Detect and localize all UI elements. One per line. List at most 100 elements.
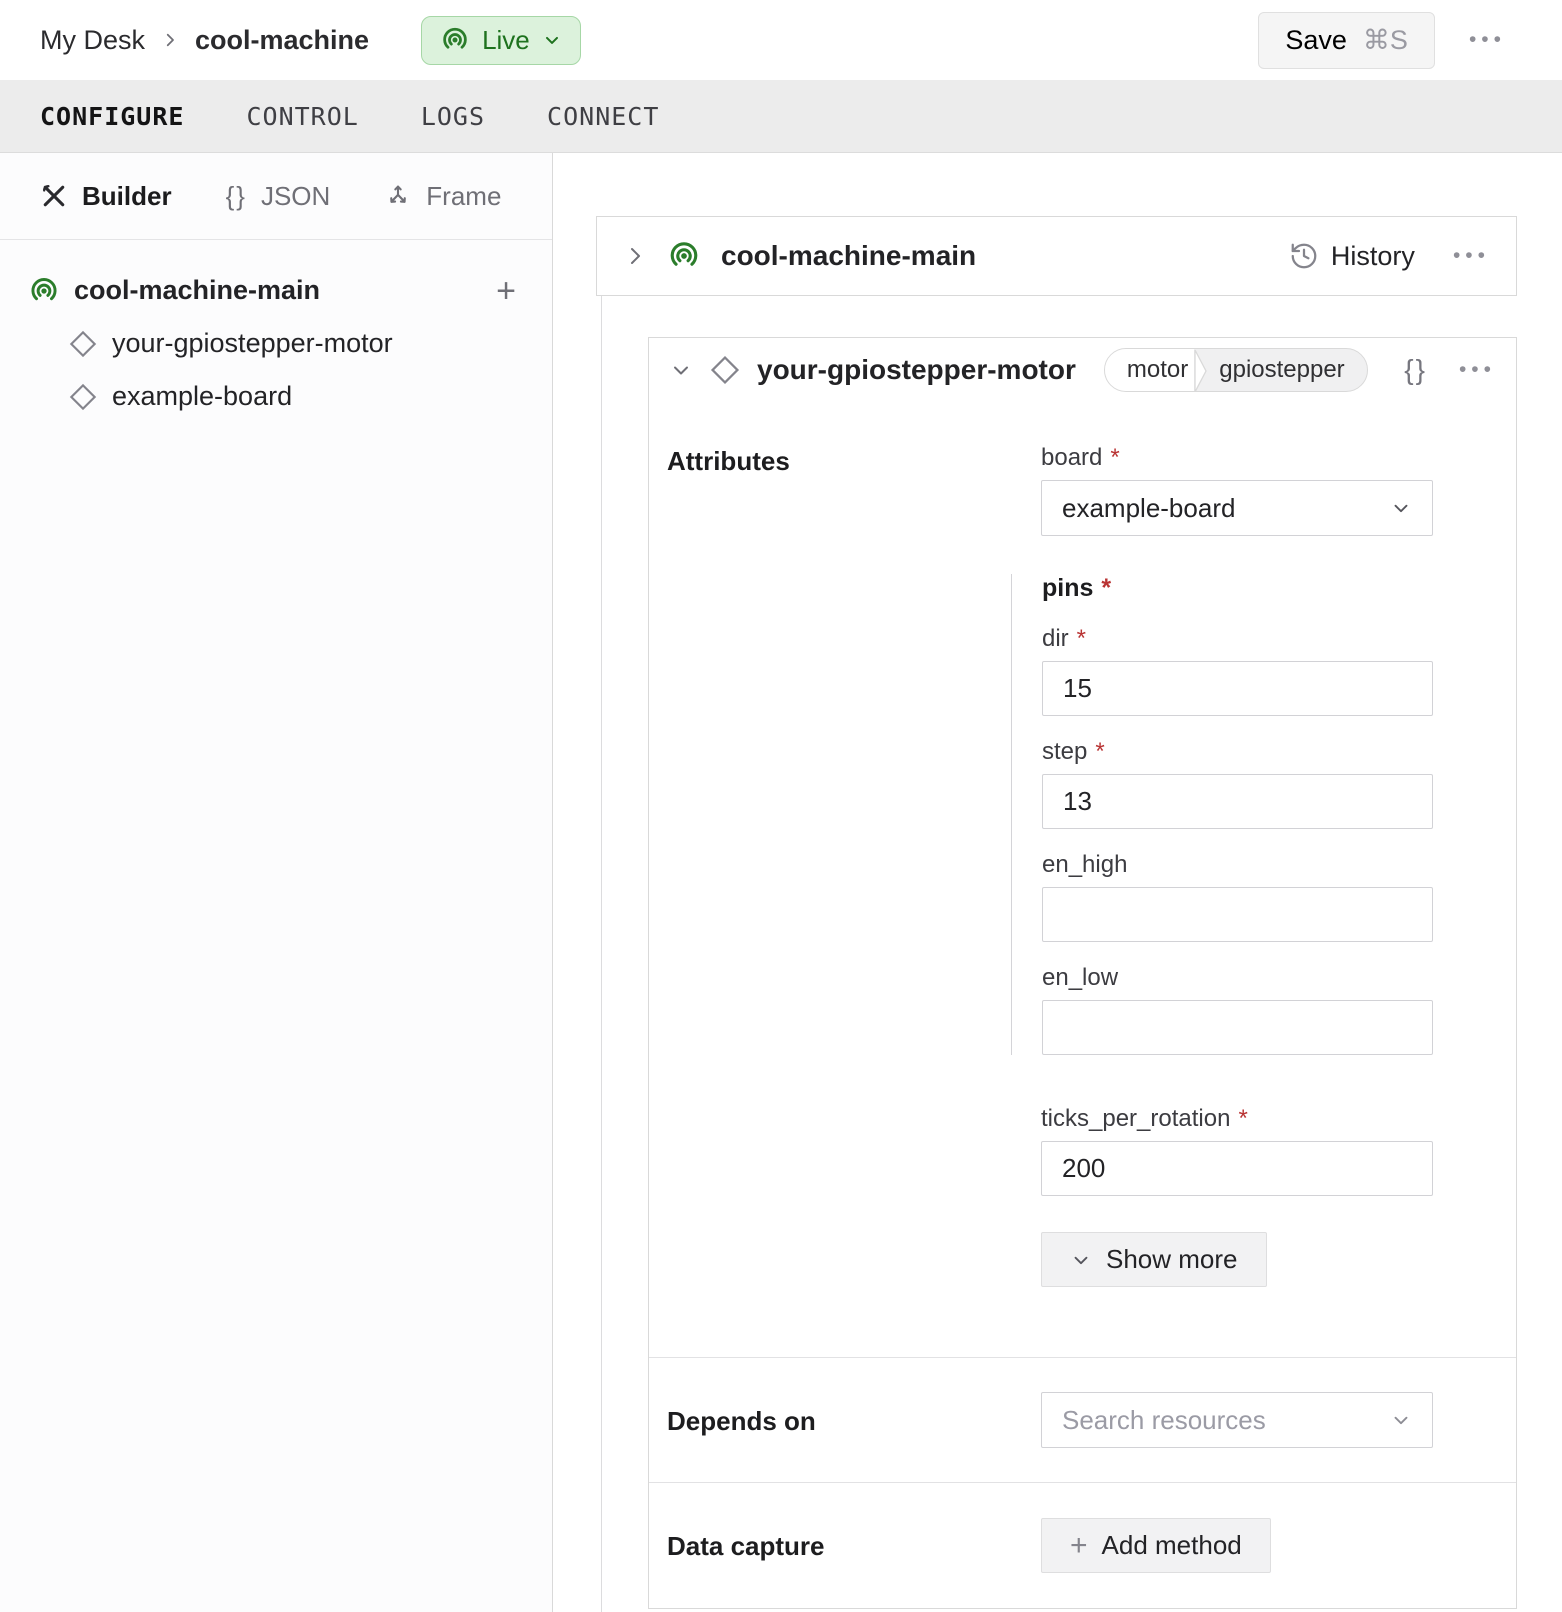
component-title: your-gpiostepper-motor xyxy=(757,354,1076,386)
history-label: History xyxy=(1331,241,1415,272)
tree-item-label: your-gpiostepper-motor xyxy=(112,328,393,359)
board-label: board xyxy=(1041,444,1102,472)
mode-frame-label: Frame xyxy=(426,181,501,212)
attributes-heading: Attributes xyxy=(667,444,1041,477)
save-button[interactable]: Save ⌘S xyxy=(1258,12,1435,69)
overflow-menu-icon[interactable]: ••• xyxy=(1469,28,1506,52)
chevron-down-icon xyxy=(1390,1409,1412,1431)
breadcrumb-parent[interactable]: My Desk xyxy=(40,25,145,56)
component-diamond-icon xyxy=(68,329,98,359)
en-high-label: en_high xyxy=(1042,851,1127,879)
tree-item-label: cool-machine-main xyxy=(74,275,320,306)
component-type-badge: motor gpiostepper xyxy=(1104,348,1368,392)
dir-input[interactable] xyxy=(1042,661,1433,716)
component-diamond-icon xyxy=(709,354,741,386)
board-select[interactable]: example-board xyxy=(1041,480,1433,536)
chevron-down-icon xyxy=(1390,497,1412,519)
component-type: motor xyxy=(1105,349,1194,391)
tab-control[interactable]: CONTROL xyxy=(246,102,358,131)
expand-chevron-right-icon[interactable] xyxy=(623,244,647,268)
mode-frame[interactable]: Frame xyxy=(384,181,501,212)
required-marker: * xyxy=(1095,738,1104,766)
step-field: step * xyxy=(1042,738,1433,829)
history-button[interactable]: History xyxy=(1289,241,1415,272)
en-low-label: en_low xyxy=(1042,964,1118,992)
en-low-field: en_low xyxy=(1042,964,1433,1055)
depends-on-section: Depends on Search resources xyxy=(649,1357,1516,1482)
part-card: cool-machine-main History ••• xyxy=(596,216,1517,296)
add-method-button[interactable]: + Add method xyxy=(1041,1518,1271,1573)
save-shortcut: ⌘S xyxy=(1363,25,1408,56)
ticks-per-rotation-field: ticks_per_rotation * xyxy=(1041,1105,1433,1196)
show-more-button[interactable]: Show more xyxy=(1041,1232,1267,1287)
add-method-label: Add method xyxy=(1102,1530,1242,1561)
viam-logo-icon xyxy=(440,25,470,55)
mode-builder[interactable]: Builder xyxy=(40,181,172,212)
plus-icon: + xyxy=(1070,1531,1088,1561)
tree-item-example-board[interactable]: example-board xyxy=(28,370,516,423)
dir-field: dir * xyxy=(1042,625,1433,716)
collapse-chevron-down-icon[interactable] xyxy=(669,358,693,382)
step-input[interactable] xyxy=(1042,774,1433,829)
breadcrumb-separator-icon xyxy=(161,31,179,49)
view-mode-toolbar: Builder {} JSON Frame xyxy=(0,153,552,240)
tab-connect[interactable]: CONNECT xyxy=(547,102,659,131)
board-field: board * example-board xyxy=(1041,444,1433,536)
crossed-tools-icon xyxy=(40,182,68,210)
viam-logo-icon xyxy=(28,275,60,307)
ticks-per-rotation-input[interactable] xyxy=(1041,1141,1433,1196)
data-capture-section: Data capture + Add method xyxy=(649,1482,1516,1608)
save-label: Save xyxy=(1285,25,1347,56)
tree-item-label: example-board xyxy=(112,381,292,412)
config-main-panel: cool-machine-main History ••• xyxy=(553,153,1562,1612)
en-high-input[interactable] xyxy=(1042,887,1433,942)
required-marker: * xyxy=(1101,574,1111,603)
component-card: your-gpiostepper-motor motor gpiostepper… xyxy=(648,337,1517,1609)
pins-label: pins xyxy=(1042,574,1093,603)
add-resource-button[interactable]: + xyxy=(496,274,516,308)
breadcrumb-current: cool-machine xyxy=(195,25,369,56)
en-high-field: en_high xyxy=(1042,851,1433,942)
component-menu-icon[interactable]: ••• xyxy=(1459,358,1496,382)
depends-on-heading: Depends on xyxy=(667,1404,1041,1437)
chevron-down-icon xyxy=(542,30,562,50)
depends-on-placeholder: Search resources xyxy=(1062,1405,1266,1436)
mode-json[interactable]: {} JSON xyxy=(226,181,331,212)
part-title: cool-machine-main xyxy=(721,240,976,272)
data-capture-heading: Data capture xyxy=(667,1529,1041,1562)
chevron-down-icon xyxy=(1070,1249,1092,1271)
step-label: step xyxy=(1042,738,1087,766)
component-model: gpiostepper xyxy=(1209,349,1366,391)
ticks-per-rotation-label: ticks_per_rotation xyxy=(1041,1105,1230,1133)
component-json-icon[interactable]: {} xyxy=(1404,354,1427,386)
pill-divider-icon xyxy=(1194,349,1209,392)
config-sidebar: Builder {} JSON Frame xyxy=(0,153,553,1612)
depends-on-select[interactable]: Search resources xyxy=(1041,1392,1433,1448)
required-marker: * xyxy=(1110,444,1119,472)
machine-tab-bar: CONFIGURE CONTROL LOGS CONNECT xyxy=(0,80,1562,153)
pins-group: pins * dir * step xyxy=(1011,574,1433,1055)
required-marker: * xyxy=(1077,625,1086,653)
component-card-header: your-gpiostepper-motor motor gpiostepper… xyxy=(649,338,1516,402)
top-bar: My Desk cool-machine Live Save ⌘S ••• xyxy=(0,0,1562,80)
tab-logs[interactable]: LOGS xyxy=(421,102,485,131)
required-marker: * xyxy=(1238,1105,1247,1133)
resource-tree: cool-machine-main + your-gpiostepper-mot… xyxy=(0,240,552,423)
braces-icon: {} xyxy=(226,181,247,212)
live-label: Live xyxy=(482,25,530,56)
part-connector-line xyxy=(601,296,602,1612)
component-diamond-icon xyxy=(68,382,98,412)
part-menu-icon[interactable]: ••• xyxy=(1453,244,1490,268)
viam-logo-icon xyxy=(667,239,701,273)
tab-configure[interactable]: CONFIGURE xyxy=(40,102,184,131)
en-low-input[interactable] xyxy=(1042,1000,1433,1055)
board-select-value: example-board xyxy=(1062,493,1235,524)
mode-builder-label: Builder xyxy=(82,181,172,212)
tree-item-gpiostepper-motor[interactable]: your-gpiostepper-motor xyxy=(28,317,516,370)
mode-json-label: JSON xyxy=(261,181,330,212)
dir-label: dir xyxy=(1042,625,1069,653)
live-status-dropdown[interactable]: Live xyxy=(421,16,581,65)
breadcrumb: My Desk cool-machine xyxy=(40,25,369,56)
history-clock-icon xyxy=(1289,241,1319,271)
tree-item-main-part[interactable]: cool-machine-main + xyxy=(28,264,516,317)
